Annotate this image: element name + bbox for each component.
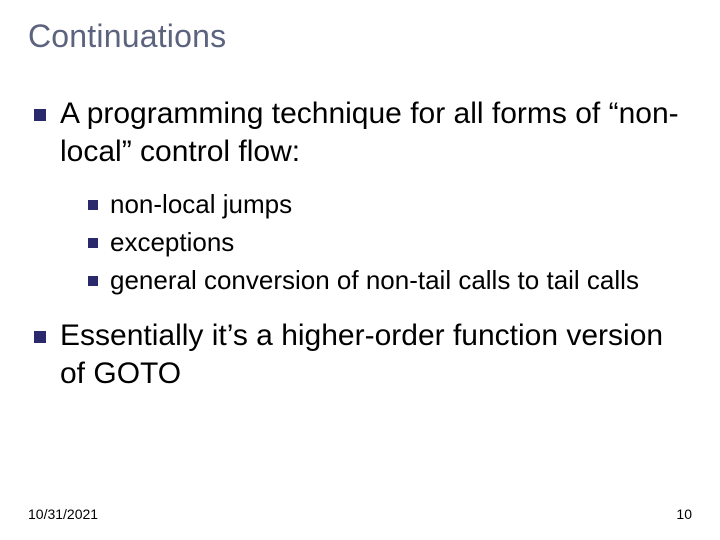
square-bullet-icon [34,109,46,121]
bullet-text: general conversion of non-tail calls to … [110,264,639,298]
bullet-level2: exceptions [88,226,682,260]
footer-page-number: 10 [676,506,692,522]
bullet-level2: non-local jumps [88,188,682,222]
square-bullet-icon [88,276,98,286]
slide-title: Continuations [28,18,692,55]
square-bullet-icon [88,200,98,210]
bullet-text: Essentially it’s a higher-order function… [60,317,682,392]
bullet-level1: A programming technique for all forms of… [34,95,682,170]
bullet-text: exceptions [110,226,234,260]
bullet-level2: general conversion of non-tail calls to … [88,264,682,298]
bullet-level1: Essentially it’s a higher-order function… [34,317,682,392]
square-bullet-icon [88,238,98,248]
square-bullet-icon [34,331,46,343]
slide-content: A programming technique for all forms of… [28,95,692,392]
bullet-text: A programming technique for all forms of… [60,95,682,170]
slide: Continuations A programming technique fo… [0,0,720,540]
footer-date: 10/31/2021 [28,506,98,522]
sub-bullet-group: non-local jumps exceptions general conve… [34,188,682,297]
slide-footer: 10/31/2021 10 [28,506,692,522]
bullet-text: non-local jumps [110,188,292,222]
